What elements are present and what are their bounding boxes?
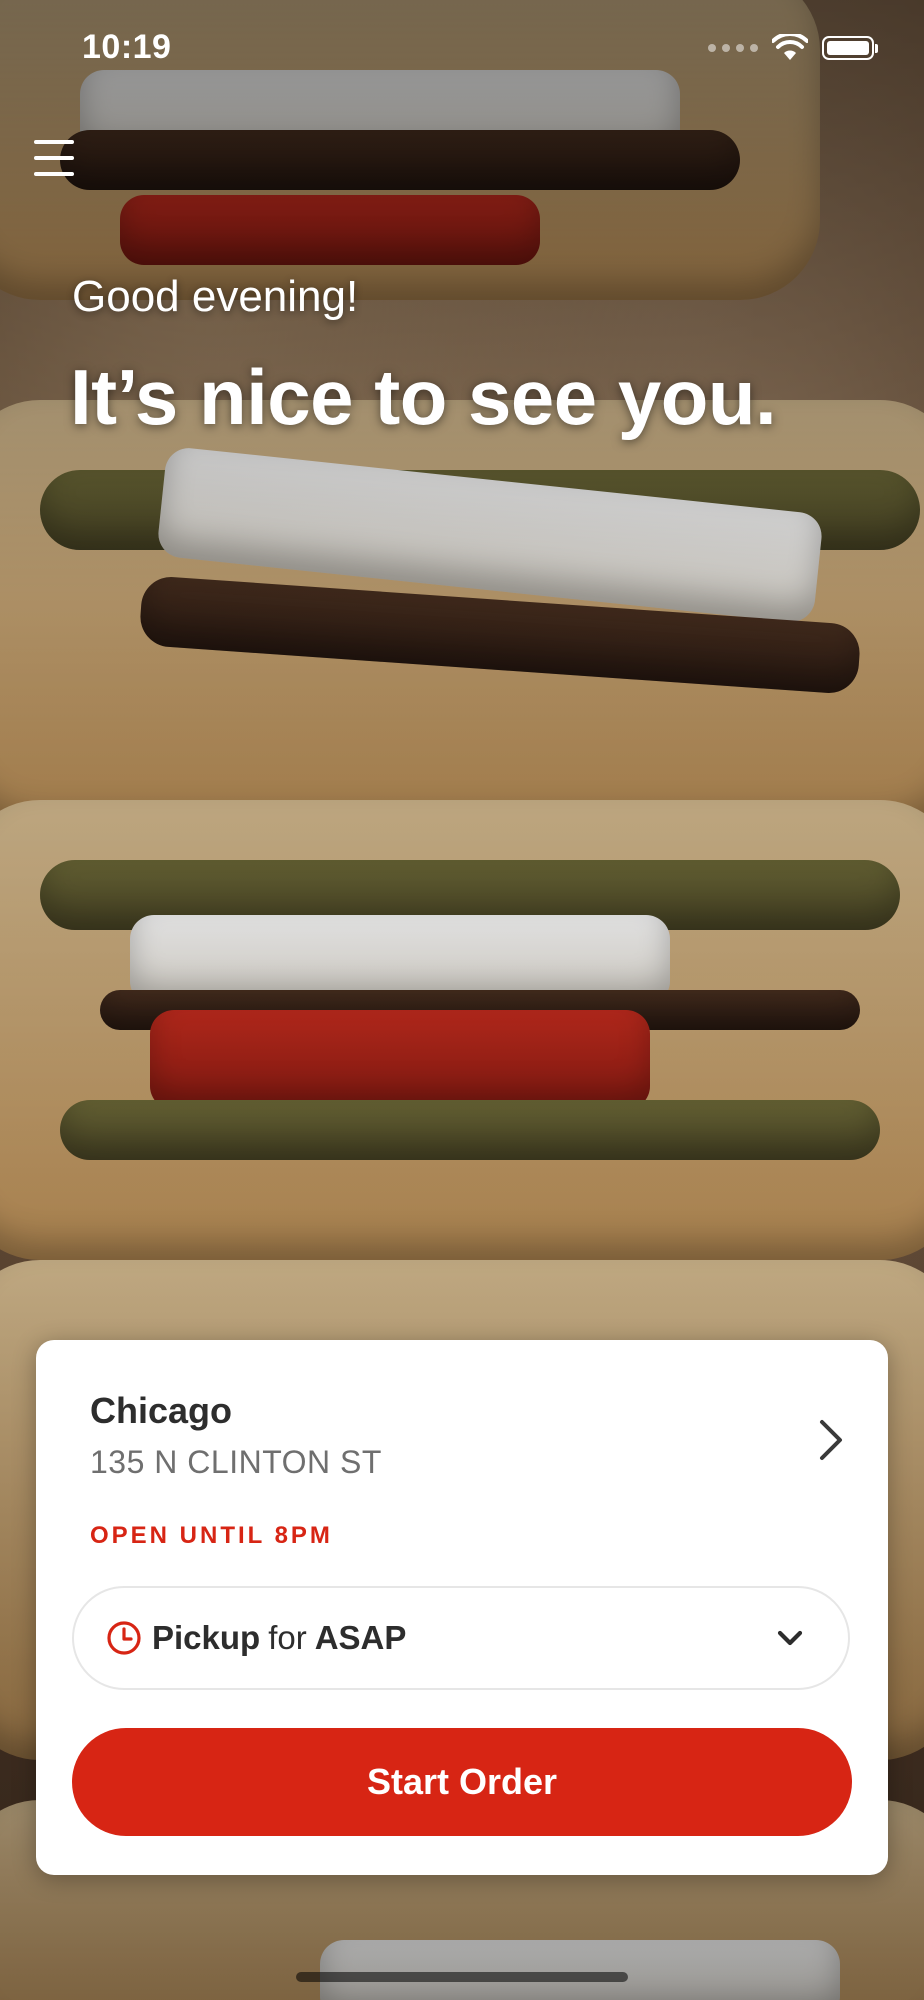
chevron-down-icon xyxy=(777,1630,803,1646)
chevron-right-icon xyxy=(820,1420,842,1460)
start-order-button[interactable]: Start Order xyxy=(72,1728,852,1836)
pickup-summary: Pickup for ASAP xyxy=(152,1619,776,1657)
location-address: 135 N CLINTON ST xyxy=(90,1444,382,1480)
pickup-time: ASAP xyxy=(314,1619,407,1656)
order-card: Chicago 135 N CLINTON ST OPEN UNTIL 8PM … xyxy=(36,1340,888,1875)
clock-icon xyxy=(107,1621,141,1655)
status-icons xyxy=(708,34,878,62)
signal-icon xyxy=(708,44,758,52)
greeting-text: Good evening! xyxy=(72,272,359,321)
battery-icon xyxy=(822,36,878,60)
status-bar: 10:19 xyxy=(0,0,924,100)
location-city: Chicago xyxy=(90,1390,233,1431)
status-time: 10:19 xyxy=(82,28,172,66)
welcome-headline: It’s nice to see you. xyxy=(70,353,777,441)
location-selector[interactable]: Chicago 135 N CLINTON ST xyxy=(90,1390,850,1500)
hamburger-menu-icon[interactable] xyxy=(34,140,74,176)
store-hours: OPEN UNTIL 8PM xyxy=(90,1522,333,1549)
pickup-mode: Pickup xyxy=(152,1619,261,1656)
pickup-time-dropdown[interactable]: Pickup for ASAP xyxy=(72,1586,850,1690)
home-indicator[interactable] xyxy=(296,1972,628,1982)
pickup-connector: for xyxy=(268,1619,307,1656)
wifi-icon xyxy=(772,34,808,60)
